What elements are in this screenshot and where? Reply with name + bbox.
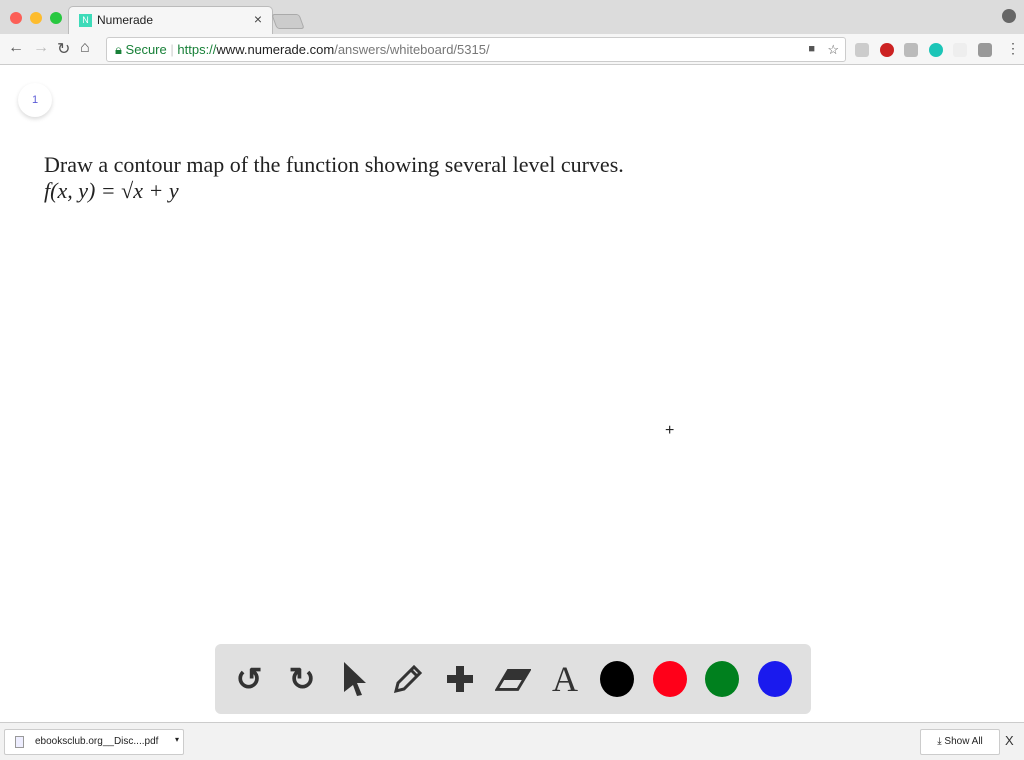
extension-icon[interactable]: [904, 43, 918, 57]
color-red-button[interactable]: [653, 661, 687, 697]
extension-icon[interactable]: [978, 43, 992, 57]
color-green-button[interactable]: [705, 661, 739, 697]
tab-title: Numerade: [97, 13, 154, 27]
redo-icon[interactable]: ↻: [284, 661, 320, 697]
show-all-button[interactable]: ⤓ Show All: [920, 729, 1000, 755]
select-arrow-icon[interactable]: [337, 661, 373, 697]
back-icon[interactable]: ←: [8, 39, 24, 57]
download-menu-arrow-icon[interactable]: ▾: [175, 728, 179, 752]
menu-icon[interactable]: ⋮: [1006, 40, 1020, 57]
extension-icon[interactable]: [855, 43, 869, 57]
numerade-favicon-icon: N: [79, 14, 92, 27]
download-item[interactable]: ebooksclub.org__Disc....pdf ▾: [4, 729, 184, 755]
browser-toolbar: ← → ↻ ⌂ 🔒︎ Secure | https://www.numerade…: [0, 34, 1024, 65]
question-prompt: Draw a contour map of the function showi…: [44, 152, 624, 177]
question-text: Draw a contour map of the function showi…: [44, 152, 624, 204]
reload-icon[interactable]: ↻: [57, 39, 70, 59]
camera-icon[interactable]: ■: [808, 38, 815, 61]
close-window-button[interactable]: [10, 12, 22, 24]
lock-icon: 🔒︎: [115, 42, 122, 57]
flag-extension-icon[interactable]: [880, 43, 894, 57]
url-scheme: https://: [177, 42, 217, 57]
profile-icon[interactable]: [1002, 9, 1016, 23]
text-tool-icon[interactable]: A: [547, 659, 583, 699]
close-download-bar-button[interactable]: X: [1005, 733, 1014, 748]
color-black-button[interactable]: [600, 661, 634, 697]
pencil-icon[interactable]: [390, 661, 426, 697]
question-formula: f(x, y) = √x + y: [44, 178, 179, 203]
show-all-label: Show All: [944, 736, 983, 747]
file-icon: [15, 736, 24, 748]
url-host: www.numerade.com: [216, 42, 335, 57]
page-number-badge[interactable]: 1: [18, 83, 52, 117]
address-bar[interactable]: 🔒︎ Secure | https://www.numerade.com/ans…: [106, 37, 846, 62]
whiteboard-toolbar: ↺ ↻ A: [215, 644, 811, 714]
m-extension-icon[interactable]: [929, 43, 943, 57]
download-filename: ebooksclub.org__Disc....pdf: [35, 736, 159, 747]
tab-bar: N Numerade ×: [0, 0, 1024, 34]
new-tab-button[interactable]: [271, 14, 305, 29]
secure-label: Secure: [125, 42, 167, 57]
maximize-window-button[interactable]: [50, 12, 62, 24]
color-blue-button[interactable]: [758, 661, 792, 697]
tab-numerade[interactable]: N Numerade ×: [68, 6, 273, 34]
plus-icon[interactable]: [442, 661, 478, 697]
tab-close-icon[interactable]: ×: [254, 11, 262, 27]
forward-icon[interactable]: →: [33, 39, 49, 57]
crosshair-cursor-icon: +: [665, 422, 675, 439]
undo-icon[interactable]: ↺: [231, 661, 267, 697]
eraser-icon[interactable]: [495, 661, 531, 697]
minimize-window-button[interactable]: [30, 12, 42, 24]
home-icon[interactable]: ⌂: [80, 39, 90, 57]
url-path: /answers/whiteboard/5315/: [334, 42, 490, 57]
extension-icon[interactable]: [953, 43, 967, 57]
download-bar: ebooksclub.org__Disc....pdf ▾ ⤓ Show All…: [0, 722, 1024, 760]
star-icon[interactable]: ☆: [827, 38, 839, 61]
